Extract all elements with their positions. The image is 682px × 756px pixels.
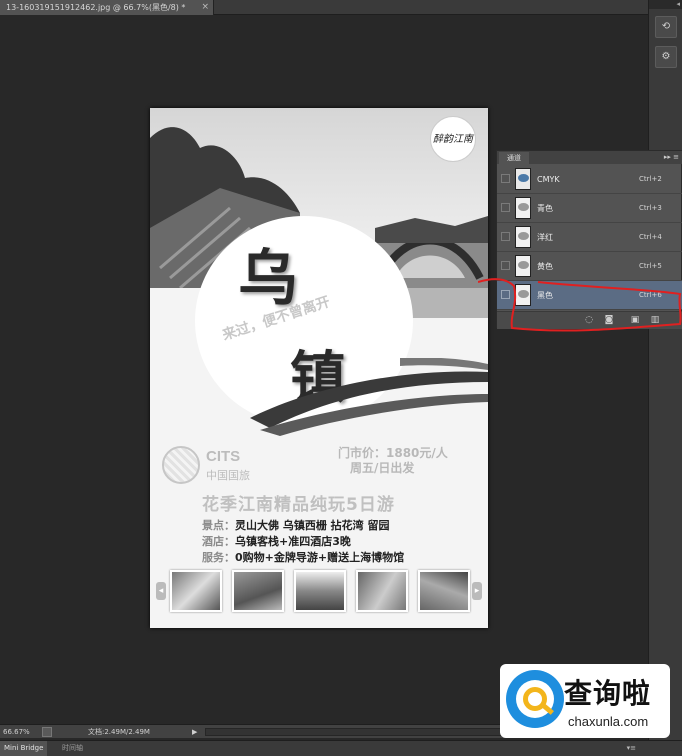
close-icon[interactable]: × [201,0,209,15]
chaxunla-logo-icon [506,670,564,728]
visibility-toggle[interactable] [501,203,510,212]
chaxunla-watermark: 查询啦 chaxunla.com [500,664,670,738]
channel-name: 青色 [537,204,553,213]
canvas-document[interactable]: 醉韵江南 乌 来过，便不曾离开 镇 CITS 中国国旅 门市价：1880元/人 … [150,108,488,628]
poster-brush-stroke [250,358,488,436]
properties-icon[interactable]: ⚙ [655,46,677,68]
watermark-cn: 查询啦 [564,677,652,710]
poster-photo [294,570,346,612]
poster-photo [418,570,470,612]
info-key: 酒店： [202,535,235,548]
status-menu-arrow-icon[interactable]: ▶ [192,725,197,739]
channel-row-cmyk[interactable]: CMYK Ctrl+2 [497,165,682,194]
channel-shortcut: Ctrl+4 [639,233,662,241]
info-value: 灵山大佛 乌镇西栅 拈花湾 留园 [235,519,390,532]
channel-shortcut: Ctrl+2 [639,175,662,183]
right-dock: ◂ ⟲ ⚙ [648,0,682,740]
info-value: 0购物+金牌导游+赠送上海博物馆 [235,551,405,564]
panel-menu-icon[interactable]: ▾≡ [627,741,636,756]
status-export-icon[interactable] [42,727,52,737]
cits-logo-cn: 中国国旅 [206,469,250,482]
visibility-toggle[interactable] [501,232,510,241]
bottom-panel-tabs: Mini Bridge 时间轴 ▾≡ [0,740,682,756]
poster-headline: 花季江南精品纯玩5日游 [202,495,395,515]
info-key: 景点： [202,519,235,532]
chevron-right-icon: ▸ [472,582,482,600]
document-tab-title: 13-160319151912462.jpg @ 66.7%(黑色/8) * [6,3,186,12]
info-row: 服务：0购物+金牌导游+赠送上海博物馆 [202,550,404,566]
tab-timeline[interactable]: 时间轴 [58,741,87,756]
info-row: 酒店：乌镇客栈+准四酒店3晚 [202,534,404,550]
channel-thumbnail [515,226,531,248]
document-tab[interactable]: 13-160319151912462.jpg @ 66.7%(黑色/8) * × [0,0,214,15]
red-annotation-mark [478,278,682,332]
cits-seal-icon [162,446,200,484]
channel-shortcut: Ctrl+3 [639,204,662,212]
price-line-1: 门市价：1880元/人 [338,446,448,460]
channel-thumbnail [515,168,531,190]
channel-name: 洋红 [537,233,553,242]
watermark-en: chaxunla.com [568,714,649,729]
document-size: 文档:2.49M/2.49M [88,728,150,736]
collapse-icon[interactable]: ◂ [649,0,682,9]
info-row: 景点：灵山大佛 乌镇西栅 拈花湾 留园 [202,518,404,534]
tab-channels[interactable]: 通道 [499,152,529,164]
cits-logo: CITS 中国国旅 [162,446,272,486]
visibility-toggle[interactable] [501,261,510,270]
poster-stamp-logo: 醉韵江南 [430,116,476,162]
poster-photo [232,570,284,612]
info-key: 服务： [202,551,235,564]
poster-photo-strip: ◂ ▸ [156,568,482,616]
channel-row-magenta[interactable]: 洋红 Ctrl+4 [497,223,682,252]
photoshop-window: 13-160319151912462.jpg @ 66.7%(黑色/8) * ×… [0,0,682,756]
visibility-toggle[interactable] [501,174,510,183]
poster-price: 门市价：1880元/人 周五/日出发 [338,446,448,476]
poster-photo [170,570,222,612]
channel-name: CMYK [537,175,560,184]
poster-info: 景点：灵山大佛 乌镇西栅 拈花湾 留园 酒店：乌镇客栈+准四酒店3晚 服务：0购… [202,518,404,566]
channel-row-cyan[interactable]: 青色 Ctrl+3 [497,194,682,223]
zoom-level[interactable]: 66.67% [3,725,30,739]
panel-header: 通道 ▸▸ ≡ [497,151,682,164]
panel-menu-icon[interactable]: ▸▸ ≡ [664,151,679,164]
price-line-2: 周五/日出发 [350,461,415,475]
history-icon[interactable]: ⟲ [655,16,677,38]
tab-mini-bridge[interactable]: Mini Bridge [0,741,48,756]
channel-thumbnail [515,197,531,219]
poster-photo [356,570,408,612]
info-value: 乌镇客栈+准四酒店3晚 [235,535,351,548]
cits-logo-en: CITS [206,448,241,465]
chevron-left-icon: ◂ [156,582,166,600]
document-tab-bar: 13-160319151912462.jpg @ 66.7%(黑色/8) * × [0,0,648,15]
